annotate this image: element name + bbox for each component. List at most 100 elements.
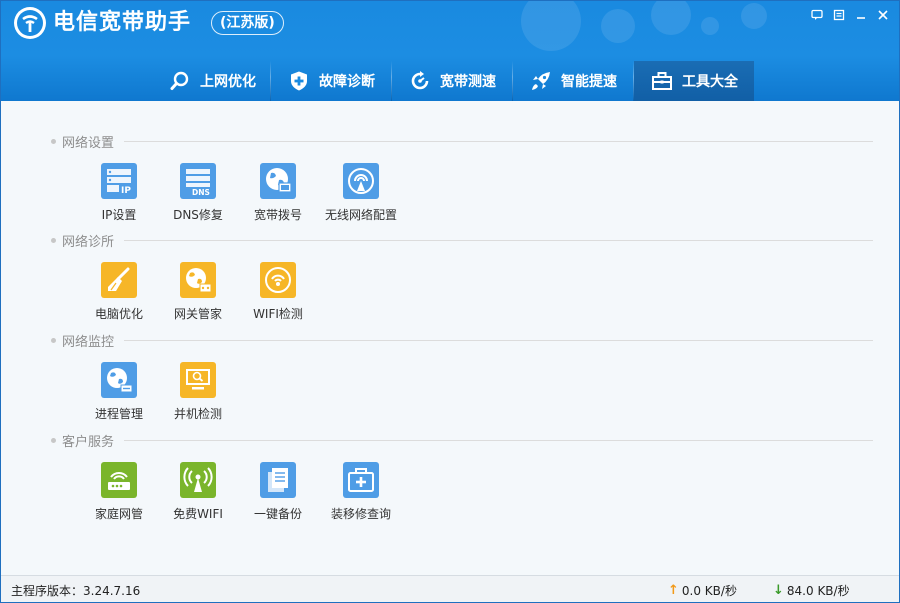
close-button[interactable]: [875, 7, 891, 23]
tab-label: 上网优化: [200, 74, 256, 90]
tool-broadband-dial[interactable]: 宽带拨号: [238, 163, 318, 223]
globe-process-icon: [101, 362, 137, 398]
menu-icon: [833, 9, 845, 21]
tool-label: 家庭网管: [94, 507, 143, 521]
minimize-icon: [857, 17, 865, 19]
feedback-button[interactable]: [809, 7, 825, 23]
tool-label: 网关管家: [173, 307, 222, 321]
tab-speed-test[interactable]: 宽带测速: [392, 61, 512, 101]
backup-icon: [260, 462, 296, 498]
app-logo: [14, 7, 46, 39]
toolbox-icon: [650, 69, 674, 93]
chat-icon: [811, 9, 823, 20]
tool-one-click-backup[interactable]: 一键备份: [238, 462, 318, 522]
tab-toolbox[interactable]: 工具大全: [634, 61, 754, 101]
divider: [124, 240, 873, 241]
tool-label: 宽带拨号: [253, 208, 302, 222]
tab-label: 智能提速: [561, 74, 617, 90]
tool-dns-repair[interactable]: DNS DNS修复: [158, 163, 238, 223]
divider: [124, 340, 873, 341]
tool-repair-query[interactable]: 装移修查询: [321, 462, 401, 522]
ip-server-icon: IP: [101, 163, 137, 199]
window-controls: [809, 7, 891, 23]
bullet: [51, 139, 56, 144]
tool-label: 装移修查询: [330, 507, 391, 521]
bullet: [51, 338, 56, 343]
section-network-settings: 网络设置: [51, 132, 873, 151]
upload-speed-value: 0.0 KB/秒: [681, 584, 737, 598]
tab-label: 故障诊断: [319, 74, 375, 90]
tool-home-network[interactable]: 家庭网管: [79, 462, 159, 522]
app-title: 电信宽带助手: [53, 10, 192, 35]
bullet: [51, 238, 56, 243]
tool-label: 进程管理: [94, 407, 143, 421]
upload-arrow-icon: ↑: [668, 582, 679, 598]
section-network-monitor: 网络监控: [51, 331, 873, 350]
download-speed-value: 84.0 KB/秒: [786, 584, 850, 598]
tab-internet-optimize[interactable]: 上网优化: [154, 61, 270, 101]
tool-label: 并机检测: [173, 407, 222, 421]
svg-text:DNS: DNS: [192, 188, 210, 196]
tab-label: 工具大全: [682, 74, 738, 90]
upload-speed: ↑ 0.0 KB/秒: [668, 582, 737, 599]
search-icon: [168, 69, 192, 93]
section-title: 网络设置: [62, 136, 115, 151]
wireless-icon: [343, 163, 379, 199]
tool-label: WIFI检测: [253, 307, 303, 321]
tool-ip-settings[interactable]: IP IP设置: [79, 163, 159, 223]
menu-button[interactable]: [831, 7, 847, 23]
tool-wifi-check[interactable]: WIFI检测: [238, 262, 318, 322]
tool-pc-optimize[interactable]: 电脑优化: [79, 262, 159, 322]
tool-free-wifi[interactable]: 免费WIFI: [158, 462, 238, 522]
app-edition: (江苏版): [211, 11, 284, 35]
app-window: 电信宽带助手 (江苏版) 上网优化 故障诊断 宽带测速 智能提速 工具大全 网络…: [0, 0, 900, 603]
broom-icon: [101, 262, 137, 298]
repair-kit-icon: [343, 462, 379, 498]
main-nav: 上网优化 故障诊断 宽带测速 智能提速 工具大全: [154, 61, 754, 101]
tool-wireless-config[interactable]: 无线网络配置: [321, 163, 401, 223]
divider: [124, 440, 873, 441]
tool-label: 电脑优化: [94, 307, 143, 321]
status-bar: 主程序版本：3.24.7.16 ↑ 0.0 KB/秒 ↓ 84.0 KB/秒: [1, 575, 899, 602]
tool-label: 无线网络配置: [324, 208, 397, 222]
program-version: 主程序版本：3.24.7.16: [11, 584, 141, 598]
tool-label: DNS修复: [173, 208, 223, 222]
minimize-button[interactable]: [853, 7, 869, 23]
decor-bubble: [701, 17, 719, 35]
tool-label: 一键备份: [253, 507, 302, 521]
svg-text:IP: IP: [121, 186, 131, 196]
router-icon: [101, 462, 137, 498]
section-title: 客户服务: [62, 435, 115, 450]
decor-bubble: [521, 1, 581, 51]
globe-monitor-icon: [260, 163, 296, 199]
shield-plus-icon: [287, 69, 311, 93]
globe-gateway-icon: [180, 262, 216, 298]
decor-bubble: [651, 1, 691, 35]
section-title: 网络监控: [62, 335, 115, 350]
decor-bubble: [601, 9, 635, 43]
section-customer-service: 客户服务: [51, 431, 873, 450]
download-arrow-icon: ↓: [773, 582, 784, 598]
tab-label: 宽带测速: [440, 74, 496, 90]
decor-bubble: [741, 3, 767, 29]
section-title: 网络诊所: [62, 235, 115, 250]
close-icon: [878, 10, 888, 20]
tool-label: IP设置: [101, 208, 137, 222]
download-speed: ↓ 84.0 KB/秒: [773, 582, 850, 599]
section-network-clinic: 网络诊所: [51, 231, 873, 250]
telecom-logo-icon: [17, 10, 43, 36]
tool-shared-detect[interactable]: 并机检测: [158, 362, 238, 422]
speed-icon: [408, 69, 432, 93]
header: 电信宽带助手 (江苏版) 上网优化 故障诊断 宽带测速 智能提速 工具大全: [1, 1, 899, 101]
tools-panel: 网络设置 IP IP设置 DNS DNS修复 宽带拨号 无线网络配置 网络诊所 …: [1, 101, 899, 575]
rocket-icon: [529, 69, 553, 93]
dns-server-icon: DNS: [180, 163, 216, 199]
tool-label: 免费WIFI: [173, 507, 223, 521]
monitor-search-icon: [180, 362, 216, 398]
divider: [124, 141, 873, 142]
tab-fault-diagnosis[interactable]: 故障诊断: [271, 61, 391, 101]
wifi-check-icon: [260, 262, 296, 298]
tab-smart-boost[interactable]: 智能提速: [513, 61, 633, 101]
tool-gateway-manager[interactable]: 网关管家: [158, 262, 238, 322]
tool-process-manager[interactable]: 进程管理: [79, 362, 159, 422]
